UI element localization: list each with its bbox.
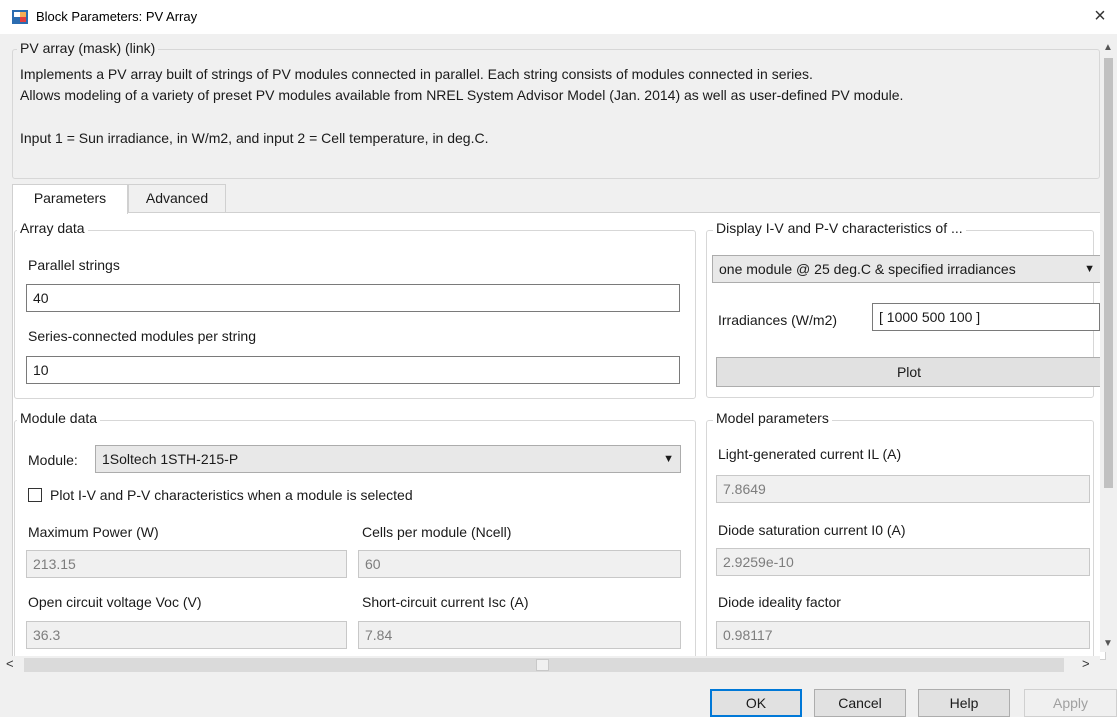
mask-legend: PV array (mask) (link) [17,40,159,56]
plot-characteristics-label: Plot I-V and P-V characteristics when a … [50,487,413,503]
scroll-up-icon[interactable]: ▲ [1103,42,1113,53]
scroll-left-icon[interactable]: < [6,656,14,671]
module-data-legend: Module data [17,410,101,426]
scroll-right-icon[interactable]: > [1082,656,1090,671]
display-legend: Display I-V and P-V characteristics of .… [713,220,966,236]
ok-button[interactable]: OK [710,689,802,717]
chevron-down-icon: ▼ [1084,263,1095,275]
irradiances-input[interactable]: [ 1000 500 100 ] [872,303,1100,331]
cells-per-module-label: Cells per module (Ncell) [362,524,512,540]
i0-field: 2.9259e-10 [716,548,1090,576]
mask-description-line-2: Allows modeling of a variety of preset P… [20,87,904,103]
apply-button[interactable]: Apply [1024,689,1117,717]
mask-description-line-3: Input 1 = Sun irradiance, in W/m2, and i… [20,130,489,146]
simulink-block-icon [12,10,28,24]
close-icon[interactable]: × [1088,5,1112,28]
i0-label: Diode saturation current I0 (A) [718,522,906,538]
series-modules-input[interactable]: 10 [26,356,680,384]
isc-label: Short-circuit current Isc (A) [362,594,529,610]
il-label: Light-generated current IL (A) [718,446,902,462]
max-power-field: 213.15 [26,550,347,578]
vertical-scrollbar-thumb[interactable] [1104,58,1113,488]
display-mode-select[interactable]: one module @ 25 deg.C & specified irradi… [712,255,1102,283]
help-button[interactable]: Help [918,689,1010,717]
isc-field: 7.84 [358,621,681,649]
parallel-strings-label: Parallel strings [28,257,120,273]
array-data-legend: Array data [17,220,88,236]
cancel-button[interactable]: Cancel [814,689,906,717]
module-select-value: 1Soltech 1STH-215-P [102,451,239,467]
window-title: Block Parameters: PV Array [36,9,198,24]
max-power-label: Maximum Power (W) [28,524,159,540]
ideality-field: 0.98117 [716,621,1090,649]
model-parameters-legend: Model parameters [713,410,832,426]
series-modules-label: Series-connected modules per string [28,328,257,344]
irradiances-label: Irradiances (W/m2) [718,312,838,328]
tab-parameters[interactable]: Parameters [12,184,128,214]
plot-button[interactable]: Plot [716,357,1102,387]
horizontal-scrollbar-thumb[interactable] [536,659,549,671]
il-field: 7.8649 [716,475,1090,503]
module-select[interactable]: 1Soltech 1STH-215-P ▼ [95,445,681,473]
cells-per-module-field: 60 [358,550,681,578]
voc-label: Open circuit voltage Voc (V) [28,594,202,610]
mask-description-line-1: Implements a PV array built of strings o… [20,66,813,82]
display-mode-value: one module @ 25 deg.C & specified irradi… [719,261,1016,277]
module-label: Module: [28,452,78,468]
tab-advanced[interactable]: Advanced [128,184,226,212]
scroll-down-icon[interactable]: ▼ [1103,638,1113,649]
chevron-down-icon: ▼ [663,453,674,465]
ideality-label: Diode ideality factor [718,594,841,610]
parallel-strings-input[interactable]: 40 [26,284,680,312]
plot-characteristics-checkbox[interactable] [28,488,42,502]
voc-field: 36.3 [26,621,347,649]
